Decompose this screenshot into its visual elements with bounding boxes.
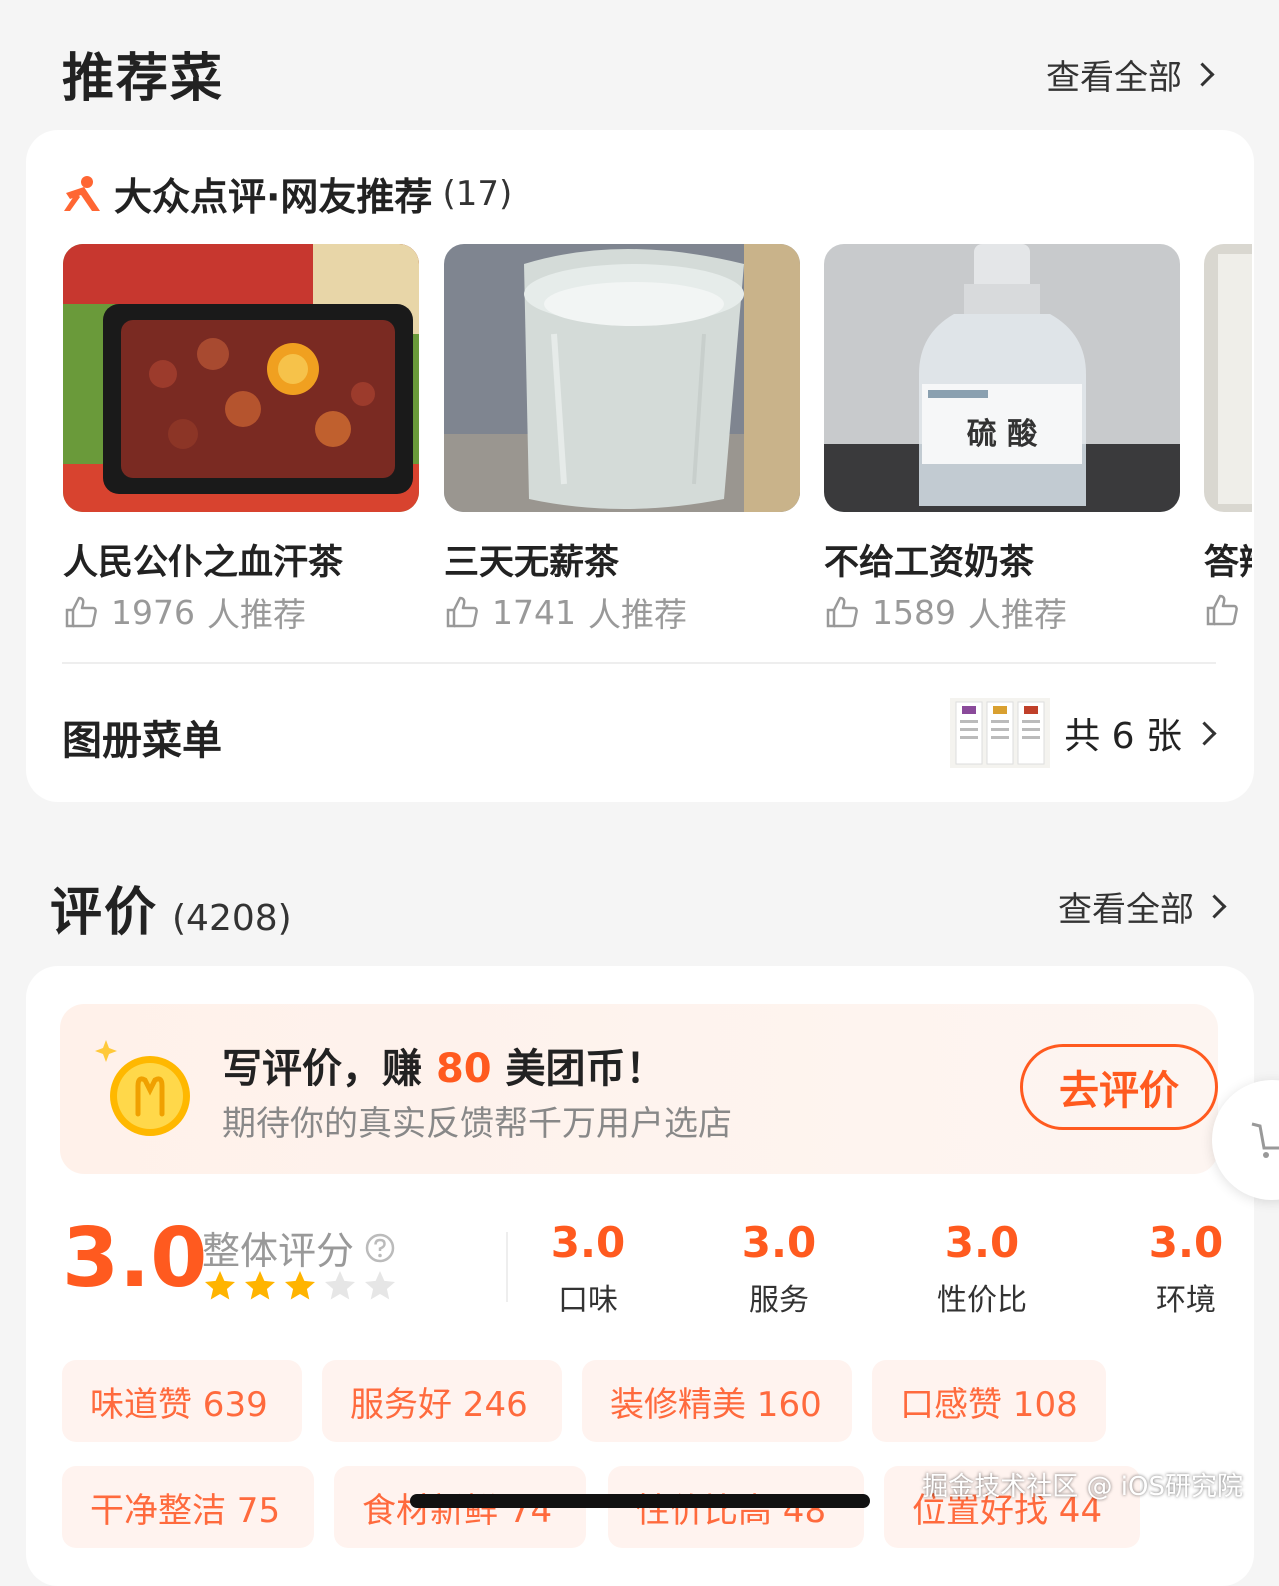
review-tag[interactable]: 服务好 246 [322, 1360, 562, 1442]
rating-label: 环境 [1156, 1283, 1216, 1318]
album-menu-label: 图册菜单 [62, 718, 222, 764]
reviews-count: (4208) [172, 898, 292, 939]
promo-suffix: 美团币！ [491, 1046, 666, 1092]
recommend-suffix: 人推荐 [587, 595, 687, 634]
thumbs-up-icon [65, 596, 97, 628]
star-filled-icon [205, 1271, 235, 1300]
reviews-view-all-link[interactable]: 查看全部 [1058, 882, 1227, 931]
reviews-title: 评价 [50, 883, 159, 943]
album-count: 共 6 张 [1064, 716, 1182, 757]
help-icon[interactable] [364, 1232, 396, 1264]
dish-name: 人民公仆之血汗茶 [63, 543, 344, 583]
dish-card[interactable]: 硫 酸 不给工资奶茶 1589 人推荐 [824, 244, 1180, 634]
dish-card[interactable]: 三天无薪茶 1741 人推荐 [444, 244, 800, 634]
dish-photo [63, 244, 419, 512]
divider [506, 1232, 508, 1302]
chevron-right-icon [1190, 62, 1215, 87]
star-empty-icon [325, 1271, 355, 1300]
coin-icon [95, 1040, 190, 1136]
overall-label: 整体评分 [202, 1229, 355, 1273]
watermark: 掘金技术社区 @ iOS研究院 [922, 1472, 1243, 1502]
rating-value: 3.0 [741, 1218, 817, 1267]
recommend-view-all-link[interactable]: 查看全部 [1046, 50, 1215, 99]
menu-thumbnail [950, 698, 1051, 768]
star-filled-icon [285, 1271, 315, 1300]
rating-label: 口味 [558, 1283, 618, 1318]
rating-label: 性价比 [937, 1283, 1027, 1318]
review-tag[interactable]: 味道赞 639 [62, 1360, 302, 1442]
dish-photo [444, 244, 800, 512]
view-all-label: 查看全部 [1058, 890, 1194, 930]
review-tag[interactable]: 干净整洁 75 [62, 1466, 314, 1548]
rating-label: 服务 [749, 1283, 809, 1318]
source-header: 大众点评·网友推荐 (17) [62, 166, 512, 221]
recommend-suffix: 人推荐 [967, 595, 1067, 634]
dish-photo [1204, 244, 1252, 512]
source-title: 大众点评·网友推荐 [114, 175, 433, 219]
rating-value: 3.0 [1148, 1218, 1224, 1267]
album-menu-link[interactable]: 共 6 张 [950, 698, 1217, 768]
rating-value: 3.0 [550, 1218, 626, 1267]
cart-icon [1251, 1122, 1279, 1158]
dish-name: 三天无薪茶 [444, 543, 620, 583]
dish-card-partial[interactable]: 答辩 [1204, 244, 1252, 644]
recommend-title: 推荐菜 [62, 49, 225, 109]
thumbs-up-icon [826, 596, 858, 628]
rating-value-for-money: 3.0 性价比 [922, 1218, 1042, 1319]
rating-taste: 3.0 口味 [528, 1218, 648, 1319]
overall-label-row: 整体评分 [202, 1220, 396, 1275]
dish-recommend-count: 1589 人推荐 [824, 588, 1067, 636]
chevron-right-icon [1192, 720, 1217, 746]
recommend-number: 1741 [492, 592, 576, 632]
review-tag[interactable]: 口感赞 108 [872, 1360, 1106, 1442]
divider [62, 662, 1216, 664]
dish-card[interactable]: 人民公仆之血汗茶 1976 人推荐 [63, 244, 419, 634]
recommend-suffix: 人推荐 [206, 595, 306, 634]
view-all-label: 查看全部 [1046, 58, 1182, 98]
reviews-header: 评价 (4208) [50, 870, 292, 945]
rating-environment: 3.0 环境 [1126, 1218, 1246, 1319]
rating-value: 3.0 [944, 1218, 1020, 1267]
home-indicator[interactable] [410, 1494, 870, 1508]
write-review-button[interactable]: 去评价 [1020, 1044, 1218, 1130]
recommend-number: 1976 [111, 592, 195, 632]
thumbs-up-icon [446, 596, 478, 628]
source-count: (17) [442, 173, 513, 214]
dish-name: 答辩 [1204, 543, 1252, 583]
promo-prefix: 写评价，赚 [222, 1046, 436, 1092]
chevron-right-icon [1202, 894, 1227, 919]
promo-headline: 写评价，赚 80 美团币！ [222, 1036, 666, 1094]
promo-subtitle: 期待你的真实反馈帮千万用户选店 [222, 1104, 732, 1144]
star-empty-icon [365, 1271, 395, 1300]
thumbs-up-icon [1206, 594, 1238, 626]
rating-service: 3.0 服务 [719, 1218, 839, 1319]
overall-score: 3.0 [62, 1211, 208, 1306]
bottle-label: 硫 酸 [967, 417, 1038, 452]
promo-amount: 80 [435, 1046, 492, 1092]
star-rating [202, 1268, 398, 1304]
recommend-number: 1589 [872, 592, 956, 632]
dish-photo: 硫 酸 [824, 244, 1180, 512]
dianping-logo-icon [64, 175, 100, 211]
star-filled-icon [245, 1271, 275, 1300]
dish-recommend-count: 1976 人推荐 [63, 588, 306, 636]
review-tag[interactable]: 装修精美 160 [582, 1360, 852, 1442]
dish-name: 不给工资奶茶 [824, 543, 1035, 583]
dish-recommend-count: 1741 人推荐 [444, 588, 687, 636]
